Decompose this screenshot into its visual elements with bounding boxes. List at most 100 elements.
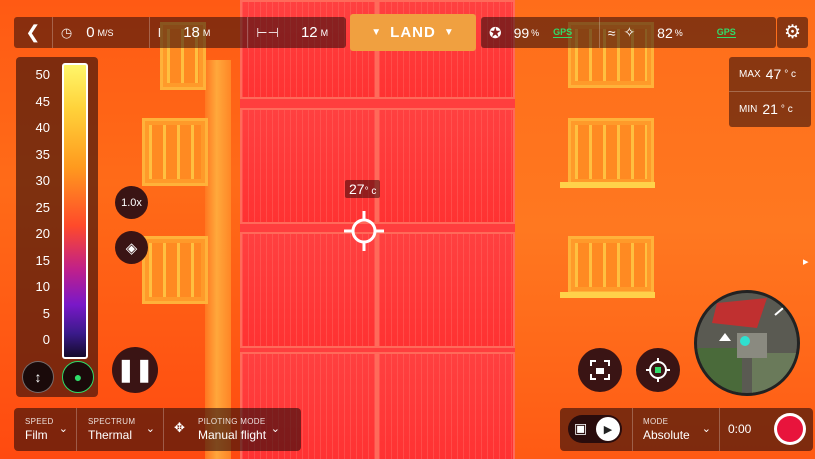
controller-battery-value: 99 (513, 24, 530, 41)
status-bar: ✪ 99 % GPS ≈ ✧ 82 % GPS (481, 17, 776, 48)
panel (377, 352, 515, 459)
move-arrows-icon: ✥ (174, 420, 185, 435)
camera-settings-bar: SPEED Film ⌄ SPECTRUM Thermal ⌄ ✥ PILOTI… (14, 408, 301, 451)
minimap[interactable] (694, 290, 800, 396)
spectrum-selector[interactable]: SPECTRUM Thermal ⌄ (77, 408, 164, 451)
land-button[interactable]: ▼ LAND ▼ (350, 14, 476, 51)
flight-telemetry-bar: ❮ ◷ 0 M/S I 18 M ⊢⊣ 12 M (14, 17, 346, 48)
back-button[interactable]: ❮ (14, 17, 53, 48)
target-button[interactable] (636, 348, 680, 392)
capture-bar: ▣ ▶ MODE Absolute ⌄ 0:00 (560, 408, 813, 451)
drain-pipe (205, 60, 231, 459)
scale-label: 40 (35, 120, 50, 135)
panel (240, 108, 377, 224)
side-handle-icon[interactable]: ▸ (803, 255, 809, 268)
drone-icon: ✧ (623, 24, 636, 40)
facade-window (142, 236, 208, 304)
min-label: MIN (739, 103, 758, 115)
min-unit: ° c (780, 103, 793, 115)
controller-gps-icon: GPS (553, 27, 573, 38)
pause-icon: ❚❚ (116, 357, 154, 382)
photo-video-toggle[interactable]: ▣ ▶ (568, 415, 622, 443)
pause-button[interactable]: ❚❚ (112, 347, 158, 393)
window-sill (560, 182, 655, 188)
gear-icon: ⚙ (783, 22, 802, 43)
chevron-down-icon: ⌄ (701, 423, 711, 435)
zoom-level: 1.0x (121, 196, 142, 209)
spot-temperature: 27° c (345, 180, 381, 198)
chevron-down-icon: ⌄ (145, 423, 155, 435)
video-icon: ▶ (596, 417, 620, 441)
wifi-icon: ≈ (607, 24, 616, 41)
altitude-unit: M (202, 27, 211, 38)
record-button[interactable] (774, 413, 806, 445)
speed-readout: ◷ 0 M/S (53, 17, 150, 48)
recording-timer: 0:00 (728, 422, 752, 436)
scale-label: 0 (42, 332, 50, 347)
triangle-down-icon: ▼ (371, 27, 383, 38)
max-unit: ° c (784, 68, 797, 80)
camera-icon: ▣ (574, 420, 588, 436)
settings-button[interactable]: ⚙ (777, 17, 808, 48)
scale-label: 20 (35, 226, 50, 241)
distance-readout: ⊢⊣ 12 M (248, 17, 346, 48)
chevron-left-icon: ❮ (25, 22, 41, 42)
facade-window (568, 118, 654, 186)
land-label: LAND (390, 24, 436, 41)
max-value: 47 (765, 66, 782, 82)
scale-label: 25 (35, 199, 50, 215)
altitude-icon: I (157, 25, 162, 40)
speed-unit: M/S (97, 27, 114, 38)
drone-position-icon (740, 336, 750, 346)
speed-value: 0 (86, 24, 95, 41)
target-icon (646, 358, 670, 382)
record-icon (777, 416, 803, 442)
screenshot-button[interactable] (578, 348, 622, 392)
zoom-button[interactable]: 1.0x (115, 186, 148, 219)
drone-status: ≈ ✧ 82 % GPS (600, 17, 776, 48)
mode-selector[interactable]: MODE Absolute ⌄ (632, 408, 720, 451)
min-temperature: MIN 21 ° c (729, 92, 811, 126)
scale-lock-button[interactable]: ↕ (22, 361, 54, 393)
panel (377, 108, 515, 224)
piloting-mode-selector[interactable]: ✥ PILOTING MODE Manual flight ⌄ (164, 408, 288, 451)
max-label: MAX (739, 68, 761, 80)
distance-unit: M (320, 27, 329, 38)
scale-label: 45 (35, 93, 50, 109)
thermometer-button[interactable]: ● (62, 361, 94, 393)
scale-label: 50 (35, 67, 50, 82)
controller-status: ✪ 99 % GPS (481, 17, 599, 48)
scale-label: 5 (42, 305, 50, 321)
chevron-down-icon: ⌄ (270, 423, 280, 435)
spot-temperature-unit: ° c (364, 186, 377, 197)
scale-label: 15 (35, 252, 50, 268)
controller-icon: ✪ (489, 24, 502, 42)
drone-battery-value: 82 (657, 24, 673, 41)
layers-button[interactable]: ◈ (115, 231, 148, 264)
layers-icon: ◈ (125, 239, 138, 257)
scale-label: 30 (35, 173, 50, 188)
drone-battery-unit: % (674, 27, 683, 38)
min-max-panel: MAX 47 ° c MIN 21 ° c (729, 57, 811, 127)
max-temperature: MAX 47 ° c (729, 57, 811, 91)
color-gradient-bar (62, 63, 88, 359)
altitude-readout: I 18 M (150, 17, 249, 48)
triangle-down-icon: ▼ (443, 27, 455, 38)
speed-selector[interactable]: SPEED Film ⌄ (14, 408, 77, 451)
temperature-scale: 50 45 40 35 30 25 20 15 10 5 0 ↕ ● (16, 57, 98, 397)
vertical-arrows-icon: ↕ (34, 369, 42, 385)
min-value: 21 (762, 101, 778, 117)
crosshair-icon (344, 211, 384, 251)
speed-selector-label: SPEED (25, 417, 54, 426)
speedometer-icon: ◷ (60, 24, 73, 40)
thermal-camera-view (0, 0, 815, 459)
facade-window (142, 118, 208, 186)
drone-gps-icon: GPS (716, 27, 736, 38)
altitude-value: 18 (183, 24, 200, 41)
panel (377, 232, 515, 348)
speed-selector-value: Film (25, 428, 48, 442)
thermometer-icon: ● (73, 369, 83, 385)
distance-value: 12 (300, 24, 318, 41)
spot-temperature-value: 27 (349, 181, 365, 197)
controller-battery-unit: % (531, 27, 540, 38)
